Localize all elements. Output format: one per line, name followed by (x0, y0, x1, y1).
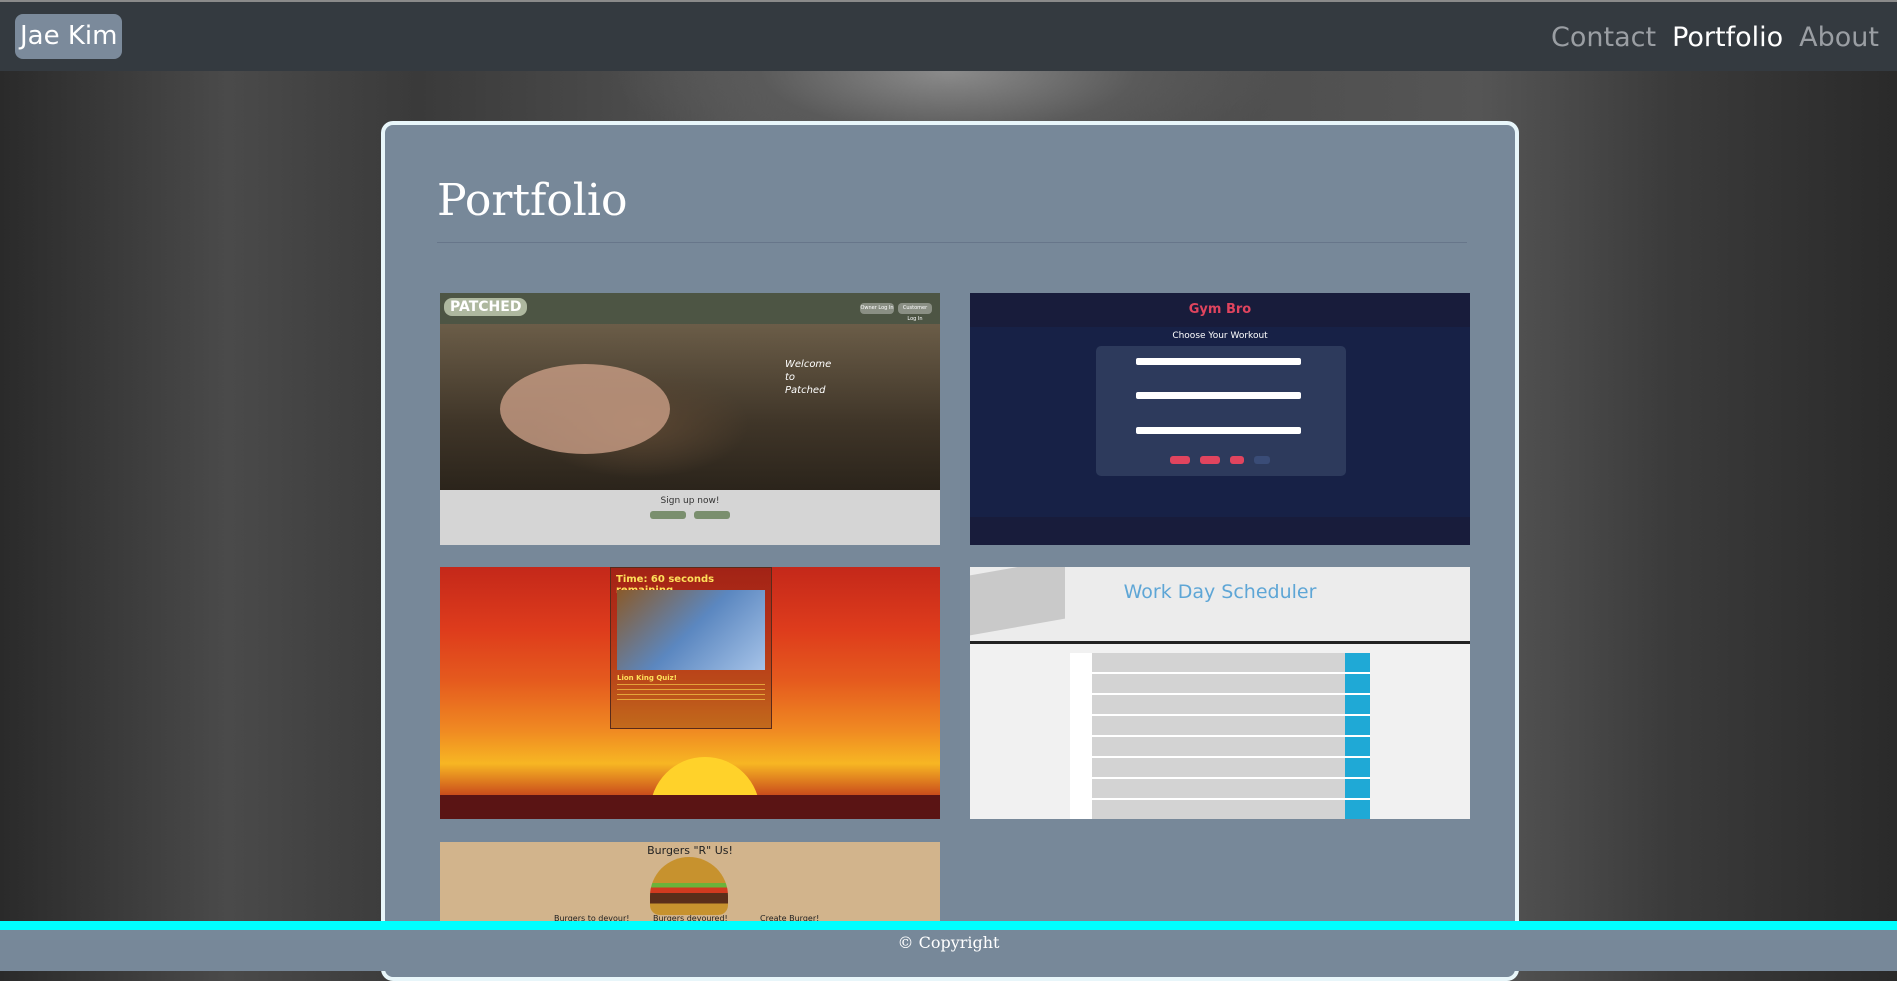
footer-accent-line (0, 921, 1897, 930)
brand-link[interactable]: Jae Kim (15, 14, 123, 59)
quiz-description (617, 684, 765, 704)
nav-link-portfolio[interactable]: Portfolio (1672, 20, 1783, 56)
burgers-title: Burgers "R" Us! (647, 844, 733, 857)
project-thumbnail-patched[interactable]: PATCHED Owner Log In Customer Log In Wel… (440, 293, 940, 545)
patched-signup-button (693, 511, 730, 519)
title-divider (437, 242, 1467, 243)
scheduler-divider (970, 641, 1470, 644)
gym-bro-heading: Choose Your Workout (1172, 331, 1268, 341)
savanna-ground (440, 795, 940, 819)
lion-king-poster-image (617, 590, 765, 670)
project-thumbnail-work-day-scheduler[interactable]: Work Day Scheduler (970, 567, 1470, 819)
gym-bro-select (1136, 392, 1301, 399)
nav-link-contact[interactable]: Contact (1551, 20, 1656, 56)
patched-logo: PATCHED (444, 298, 528, 316)
patched-signup-section: Sign up now! (440, 490, 940, 545)
portfolio-card: Portfolio PATCHED Owner Log In Customer … (381, 121, 1519, 981)
quiz-heading: Lion King Quiz! (617, 674, 677, 682)
scheduler-save-buttons (1345, 653, 1370, 819)
quiz-box: Time: 60 seconds remaining. Lion King Qu… (610, 567, 772, 729)
gym-bro-select (1136, 427, 1301, 434)
patched-welcome-text: Welcome to Patched (785, 359, 832, 396)
nav-links: Contact Portfolio About (1551, 20, 1879, 56)
gym-bro-form-panel (1096, 346, 1346, 476)
gym-bro-logo: Gym Bro (970, 293, 1470, 327)
patched-hero-image: Welcome to Patched (440, 324, 940, 490)
page-title: Portfolio (437, 175, 628, 226)
gym-bro-footer (970, 517, 1470, 545)
patched-customer-login: Customer Log In (898, 303, 932, 322)
scheduler-title: Work Day Scheduler (1123, 581, 1317, 603)
navbar: Jae Kim Contact Portfolio About (0, 0, 1897, 71)
patched-owner-login: Owner Log In (860, 303, 894, 314)
nav-link-about[interactable]: About (1799, 20, 1879, 56)
copyright-text: © Copyright (897, 933, 1000, 952)
gym-bro-select (1136, 358, 1301, 365)
patched-signup-text: Sign up now! (660, 496, 720, 506)
gym-bro-button (1200, 456, 1220, 464)
patched-hands-image (500, 364, 670, 454)
project-thumbnail-burgers-r-us[interactable]: Burgers "R" Us! Burgers to devour! Burge… (440, 842, 940, 932)
gym-bro-button (1254, 456, 1270, 464)
scheduler-header (970, 567, 1470, 641)
scheduler-hour-column (1070, 653, 1092, 819)
project-thumbnail-lion-king-quiz[interactable]: Time: 60 seconds remaining. Lion King Qu… (440, 567, 940, 819)
patched-signup-button (650, 511, 687, 519)
project-thumbnail-gym-bro[interactable]: Gym Bro Choose Your Workout (970, 293, 1470, 545)
scheduler-time-rows (1070, 653, 1370, 819)
footer: © Copyright (0, 930, 1897, 971)
burger-icon (650, 857, 728, 915)
gym-bro-button (1230, 456, 1244, 464)
gym-bro-button (1170, 456, 1190, 464)
